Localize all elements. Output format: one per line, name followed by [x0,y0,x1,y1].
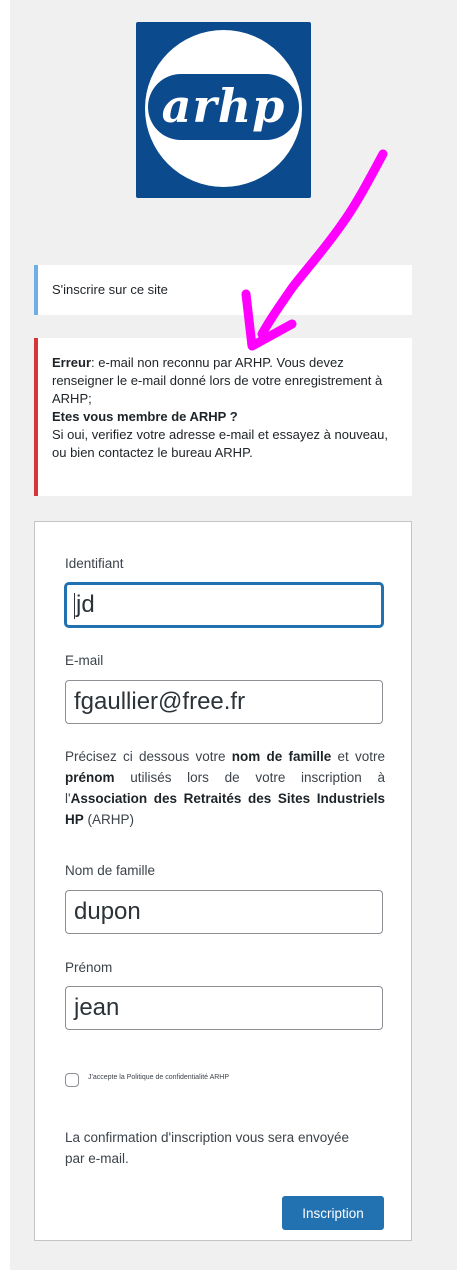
privacy-checkbox[interactable] [65,1073,79,1087]
error-text: : e-mail non reconnu par ARHP. Vous deve… [52,355,383,406]
firstname-input[interactable]: jean [65,986,383,1030]
lastname-input[interactable]: dupon [65,890,383,934]
error-message: Erreur: e-mail non reconnu par ARHP. Vou… [34,338,412,496]
username-input[interactable]: jd [65,583,383,627]
register-notice: S'inscrire sur ce site [34,265,412,315]
member-question: Etes vous membre de ARHP ? [52,409,238,424]
lastname-label: Nom de famille [65,863,156,878]
logo-text: arhp [148,74,299,140]
error-hint: Si oui, verifiez votre adresse e-mail et… [52,427,389,460]
privacy-label[interactable]: J'accepte la Politique de confidentialit… [88,1074,229,1081]
arhp-logo[interactable]: arhp [136,22,311,198]
email-input[interactable]: fgaullier@free.fr [65,680,383,724]
page-left-edge [0,0,10,1270]
error-label: Erreur [52,355,92,370]
email-label: E-mail [65,653,104,668]
username-label: Identifiant [65,556,124,571]
confirmation-text: La confirmation d'inscription vous sera … [65,1130,349,1166]
username-value: jd [76,591,95,618]
text-cursor [74,592,75,619]
name-info-text: Précisez ci dessous votre nom de famille… [65,749,385,827]
register-button[interactable]: Inscription [282,1196,384,1230]
registration-form: Identifiant jd E-mail fgaullier@free.fr … [34,521,412,1241]
firstname-label: Prénom [65,960,113,975]
